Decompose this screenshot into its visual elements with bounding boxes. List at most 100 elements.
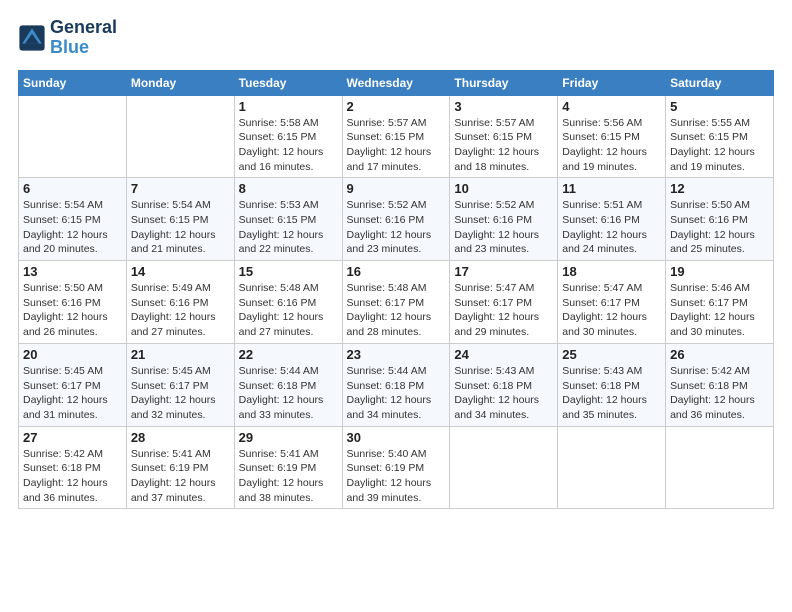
- calendar-cell: 1Sunrise: 5:58 AM Sunset: 6:15 PM Daylig…: [234, 95, 342, 178]
- calendar-cell: 10Sunrise: 5:52 AM Sunset: 6:16 PM Dayli…: [450, 178, 558, 261]
- logo: General Blue: [18, 18, 117, 58]
- calendar-cell: 16 Sunrise: 5:48 AM Sunset: 6:17 PM Dayli…: [342, 261, 450, 344]
- day-number: 8: [239, 181, 338, 196]
- logo-icon: [18, 24, 46, 52]
- calendar-cell: 27 Sunrise: 5:42 AM Sunset: 6:18 PM Dayli…: [19, 426, 127, 509]
- calendar-cell: 13Sunrise: 5:50 AM Sunset: 6:16 PM Dayli…: [19, 261, 127, 344]
- calendar-cell: 19 Sunrise: 5:46 AM Sunset: 6:17 PM Dayli…: [666, 261, 774, 344]
- day-info: Sunrise: 5:54 AM Sunset: 6:15 PM Dayligh…: [23, 198, 122, 257]
- calendar-cell: 29Sunrise: 5:41 AM Sunset: 6:19 PM Dayli…: [234, 426, 342, 509]
- calendar-week-1: 1Sunrise: 5:58 AM Sunset: 6:15 PM Daylig…: [19, 95, 774, 178]
- day-info: Sunrise: 5:50 AM Sunset: 6:16 PM Dayligh…: [670, 198, 769, 257]
- calendar-cell: 21 Sunrise: 5:45 AM Sunset: 6:17 PM Dayli…: [126, 343, 234, 426]
- day-number: 12: [670, 181, 769, 196]
- day-number: 15: [239, 264, 338, 279]
- day-number: 30: [347, 430, 446, 445]
- day-info: Sunrise: 5:42 AM Sunset: 6:18 PM Dayligh…: [670, 364, 769, 423]
- day-number: 22: [239, 347, 338, 362]
- day-info: Sunrise: 5:42 AM Sunset: 6:18 PM Dayligh…: [23, 447, 122, 506]
- calendar-cell: 11 Sunrise: 5:51 AM Sunset: 6:16 PM Dayli…: [558, 178, 666, 261]
- day-number: 6: [23, 181, 122, 196]
- day-number: 29: [239, 430, 338, 445]
- day-info: Sunrise: 5:44 AM Sunset: 6:18 PM Dayligh…: [347, 364, 446, 423]
- day-number: 4: [562, 99, 661, 114]
- calendar-cell: 4 Sunrise: 5:56 AM Sunset: 6:15 PM Daylig…: [558, 95, 666, 178]
- day-number: 17: [454, 264, 553, 279]
- calendar-cell: 14 Sunrise: 5:49 AM Sunset: 6:16 PM Dayli…: [126, 261, 234, 344]
- calendar-cell: [126, 95, 234, 178]
- calendar-cell: 30 Sunrise: 5:40 AM Sunset: 6:19 PM Dayli…: [342, 426, 450, 509]
- day-info: Sunrise: 5:56 AM Sunset: 6:15 PM Dayligh…: [562, 116, 661, 175]
- day-info: Sunrise: 5:47 AM Sunset: 6:17 PM Dayligh…: [562, 281, 661, 340]
- day-number: 11: [562, 181, 661, 196]
- calendar-cell: 17Sunrise: 5:47 AM Sunset: 6:17 PM Dayli…: [450, 261, 558, 344]
- day-number: 14: [131, 264, 230, 279]
- calendar-week-5: 27 Sunrise: 5:42 AM Sunset: 6:18 PM Dayli…: [19, 426, 774, 509]
- day-number: 7: [131, 181, 230, 196]
- day-number: 13: [23, 264, 122, 279]
- calendar-cell: 15Sunrise: 5:48 AM Sunset: 6:16 PM Dayli…: [234, 261, 342, 344]
- col-tuesday: Tuesday: [234, 70, 342, 95]
- day-number: 27: [23, 430, 122, 445]
- day-info: Sunrise: 5:44 AM Sunset: 6:18 PM Dayligh…: [239, 364, 338, 423]
- calendar-cell: 3 Sunrise: 5:57 AM Sunset: 6:15 PM Daylig…: [450, 95, 558, 178]
- day-info: Sunrise: 5:52 AM Sunset: 6:16 PM Dayligh…: [347, 198, 446, 257]
- day-number: 2: [347, 99, 446, 114]
- day-info: Sunrise: 5:41 AM Sunset: 6:19 PM Dayligh…: [131, 447, 230, 506]
- day-info: Sunrise: 5:55 AM Sunset: 6:15 PM Dayligh…: [670, 116, 769, 175]
- day-number: 3: [454, 99, 553, 114]
- calendar-cell: 24 Sunrise: 5:43 AM Sunset: 6:18 PM Dayli…: [450, 343, 558, 426]
- day-number: 18: [562, 264, 661, 279]
- calendar-cell: 8 Sunrise: 5:53 AM Sunset: 6:15 PM Daylig…: [234, 178, 342, 261]
- day-number: 1: [239, 99, 338, 114]
- day-number: 24: [454, 347, 553, 362]
- calendar-week-4: 20 Sunrise: 5:45 AM Sunset: 6:17 PM Dayli…: [19, 343, 774, 426]
- col-wednesday: Wednesday: [342, 70, 450, 95]
- calendar-cell: [450, 426, 558, 509]
- day-number: 20: [23, 347, 122, 362]
- day-info: Sunrise: 5:40 AM Sunset: 6:19 PM Dayligh…: [347, 447, 446, 506]
- day-info: Sunrise: 5:49 AM Sunset: 6:16 PM Dayligh…: [131, 281, 230, 340]
- logo-text: General Blue: [50, 18, 117, 58]
- day-number: 5: [670, 99, 769, 114]
- calendar-cell: 25 Sunrise: 5:43 AM Sunset: 6:18 PM Dayli…: [558, 343, 666, 426]
- day-number: 19: [670, 264, 769, 279]
- day-info: Sunrise: 5:57 AM Sunset: 6:15 PM Dayligh…: [454, 116, 553, 175]
- day-info: Sunrise: 5:54 AM Sunset: 6:15 PM Dayligh…: [131, 198, 230, 257]
- calendar-cell: [19, 95, 127, 178]
- day-info: Sunrise: 5:46 AM Sunset: 6:17 PM Dayligh…: [670, 281, 769, 340]
- calendar-cell: 18 Sunrise: 5:47 AM Sunset: 6:17 PM Dayli…: [558, 261, 666, 344]
- day-number: 21: [131, 347, 230, 362]
- calendar-cell: 26Sunrise: 5:42 AM Sunset: 6:18 PM Dayli…: [666, 343, 774, 426]
- page: General Blue Sunday Monday Tuesday Wedne…: [0, 0, 792, 612]
- calendar-table: Sunday Monday Tuesday Wednesday Thursday…: [18, 70, 774, 510]
- calendar-cell: 23Sunrise: 5:44 AM Sunset: 6:18 PM Dayli…: [342, 343, 450, 426]
- day-info: Sunrise: 5:53 AM Sunset: 6:15 PM Dayligh…: [239, 198, 338, 257]
- calendar-cell: 28 Sunrise: 5:41 AM Sunset: 6:19 PM Dayli…: [126, 426, 234, 509]
- day-number: 9: [347, 181, 446, 196]
- day-info: Sunrise: 5:43 AM Sunset: 6:18 PM Dayligh…: [562, 364, 661, 423]
- col-saturday: Saturday: [666, 70, 774, 95]
- day-number: 16: [347, 264, 446, 279]
- day-info: Sunrise: 5:57 AM Sunset: 6:15 PM Dayligh…: [347, 116, 446, 175]
- day-number: 28: [131, 430, 230, 445]
- day-info: Sunrise: 5:51 AM Sunset: 6:16 PM Dayligh…: [562, 198, 661, 257]
- header: General Blue: [18, 18, 774, 58]
- day-info: Sunrise: 5:43 AM Sunset: 6:18 PM Dayligh…: [454, 364, 553, 423]
- day-number: 25: [562, 347, 661, 362]
- calendar-cell: 12 Sunrise: 5:50 AM Sunset: 6:16 PM Dayli…: [666, 178, 774, 261]
- day-info: Sunrise: 5:48 AM Sunset: 6:17 PM Dayligh…: [347, 281, 446, 340]
- calendar-week-3: 13Sunrise: 5:50 AM Sunset: 6:16 PM Dayli…: [19, 261, 774, 344]
- col-sunday: Sunday: [19, 70, 127, 95]
- day-number: 10: [454, 181, 553, 196]
- col-monday: Monday: [126, 70, 234, 95]
- calendar-header-row: Sunday Monday Tuesday Wednesday Thursday…: [19, 70, 774, 95]
- calendar-cell: 20 Sunrise: 5:45 AM Sunset: 6:17 PM Dayli…: [19, 343, 127, 426]
- calendar-cell: [558, 426, 666, 509]
- calendar-cell: 22 Sunrise: 5:44 AM Sunset: 6:18 PM Dayli…: [234, 343, 342, 426]
- calendar-cell: 5 Sunrise: 5:55 AM Sunset: 6:15 PM Daylig…: [666, 95, 774, 178]
- calendar-cell: [666, 426, 774, 509]
- day-info: Sunrise: 5:45 AM Sunset: 6:17 PM Dayligh…: [131, 364, 230, 423]
- day-info: Sunrise: 5:45 AM Sunset: 6:17 PM Dayligh…: [23, 364, 122, 423]
- col-thursday: Thursday: [450, 70, 558, 95]
